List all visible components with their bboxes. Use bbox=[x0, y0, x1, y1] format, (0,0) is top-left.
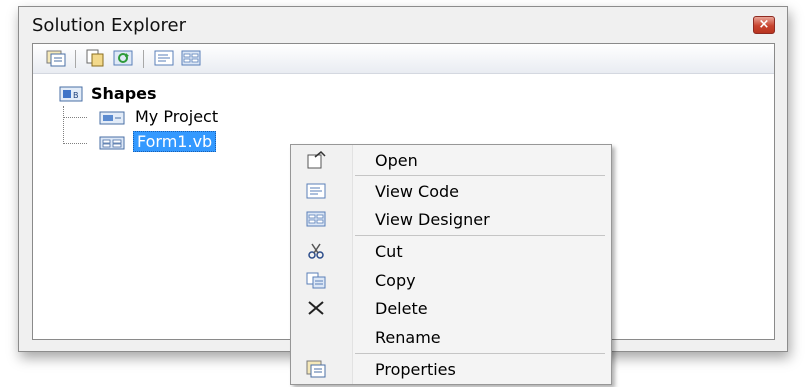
tree-connector bbox=[63, 143, 87, 144]
svg-text:B: B bbox=[73, 91, 79, 100]
view-designer-icon bbox=[305, 209, 327, 229]
menu-item-label: View Designer bbox=[375, 210, 490, 229]
menu-item-label: Rename bbox=[375, 328, 441, 347]
menu-item-delete[interactable]: Delete bbox=[291, 294, 611, 322]
menu-item-open[interactable]: Open bbox=[291, 146, 611, 174]
tree-connector bbox=[63, 117, 87, 118]
menu-item-copy[interactable]: Copy bbox=[291, 266, 611, 294]
view-code-icon[interactable] bbox=[154, 49, 174, 67]
window-title: Solution Explorer bbox=[32, 15, 186, 36]
my-project-icon bbox=[99, 109, 127, 127]
menu-separator bbox=[355, 175, 605, 176]
properties-icon[interactable] bbox=[46, 49, 66, 67]
tree-connector bbox=[63, 106, 64, 144]
vb-project-icon: B bbox=[59, 85, 85, 103]
menu-item-label: View Code bbox=[375, 182, 460, 201]
tree-root-label: Shapes bbox=[91, 84, 157, 103]
menu-item-properties[interactable]: Properties bbox=[291, 355, 611, 383]
context-menu: Open View Code View Designer Cut Copy De… bbox=[290, 144, 612, 385]
form-icon bbox=[99, 134, 127, 152]
tree-item-label-selected: Form1.vb bbox=[133, 131, 217, 152]
menu-item-label: Cut bbox=[375, 242, 403, 261]
menu-item-view-code[interactable]: View Code bbox=[291, 177, 611, 205]
view-code-icon bbox=[305, 181, 327, 201]
menu-item-cut[interactable]: Cut bbox=[291, 237, 611, 265]
close-button[interactable]: × bbox=[753, 16, 775, 34]
menu-item-rename[interactable]: Rename bbox=[291, 323, 611, 351]
menu-item-view-designer[interactable]: View Designer bbox=[291, 205, 611, 233]
delete-x-icon bbox=[305, 298, 327, 318]
toolbar bbox=[33, 44, 774, 74]
refresh-icon[interactable] bbox=[113, 49, 133, 67]
toolbar-separator bbox=[75, 50, 76, 68]
copy-icon bbox=[305, 270, 327, 290]
open-icon bbox=[305, 150, 327, 170]
scissors-icon bbox=[305, 241, 327, 261]
menu-separator bbox=[355, 235, 605, 236]
view-designer-icon[interactable] bbox=[181, 49, 201, 67]
properties-icon bbox=[305, 359, 327, 379]
tree-root-shapes[interactable]: B Shapes bbox=[59, 84, 259, 106]
menu-item-label: Properties bbox=[375, 360, 456, 379]
toolbar-separator bbox=[143, 50, 144, 68]
menu-item-label: Copy bbox=[375, 271, 416, 290]
tree-item-label: My Project bbox=[135, 107, 219, 126]
tree-item-my-project[interactable]: My Project bbox=[99, 107, 359, 129]
menu-item-label: Delete bbox=[375, 299, 428, 318]
menu-separator bbox=[355, 353, 605, 354]
show-all-files-icon[interactable] bbox=[85, 49, 105, 67]
menu-item-label: Open bbox=[375, 151, 418, 170]
